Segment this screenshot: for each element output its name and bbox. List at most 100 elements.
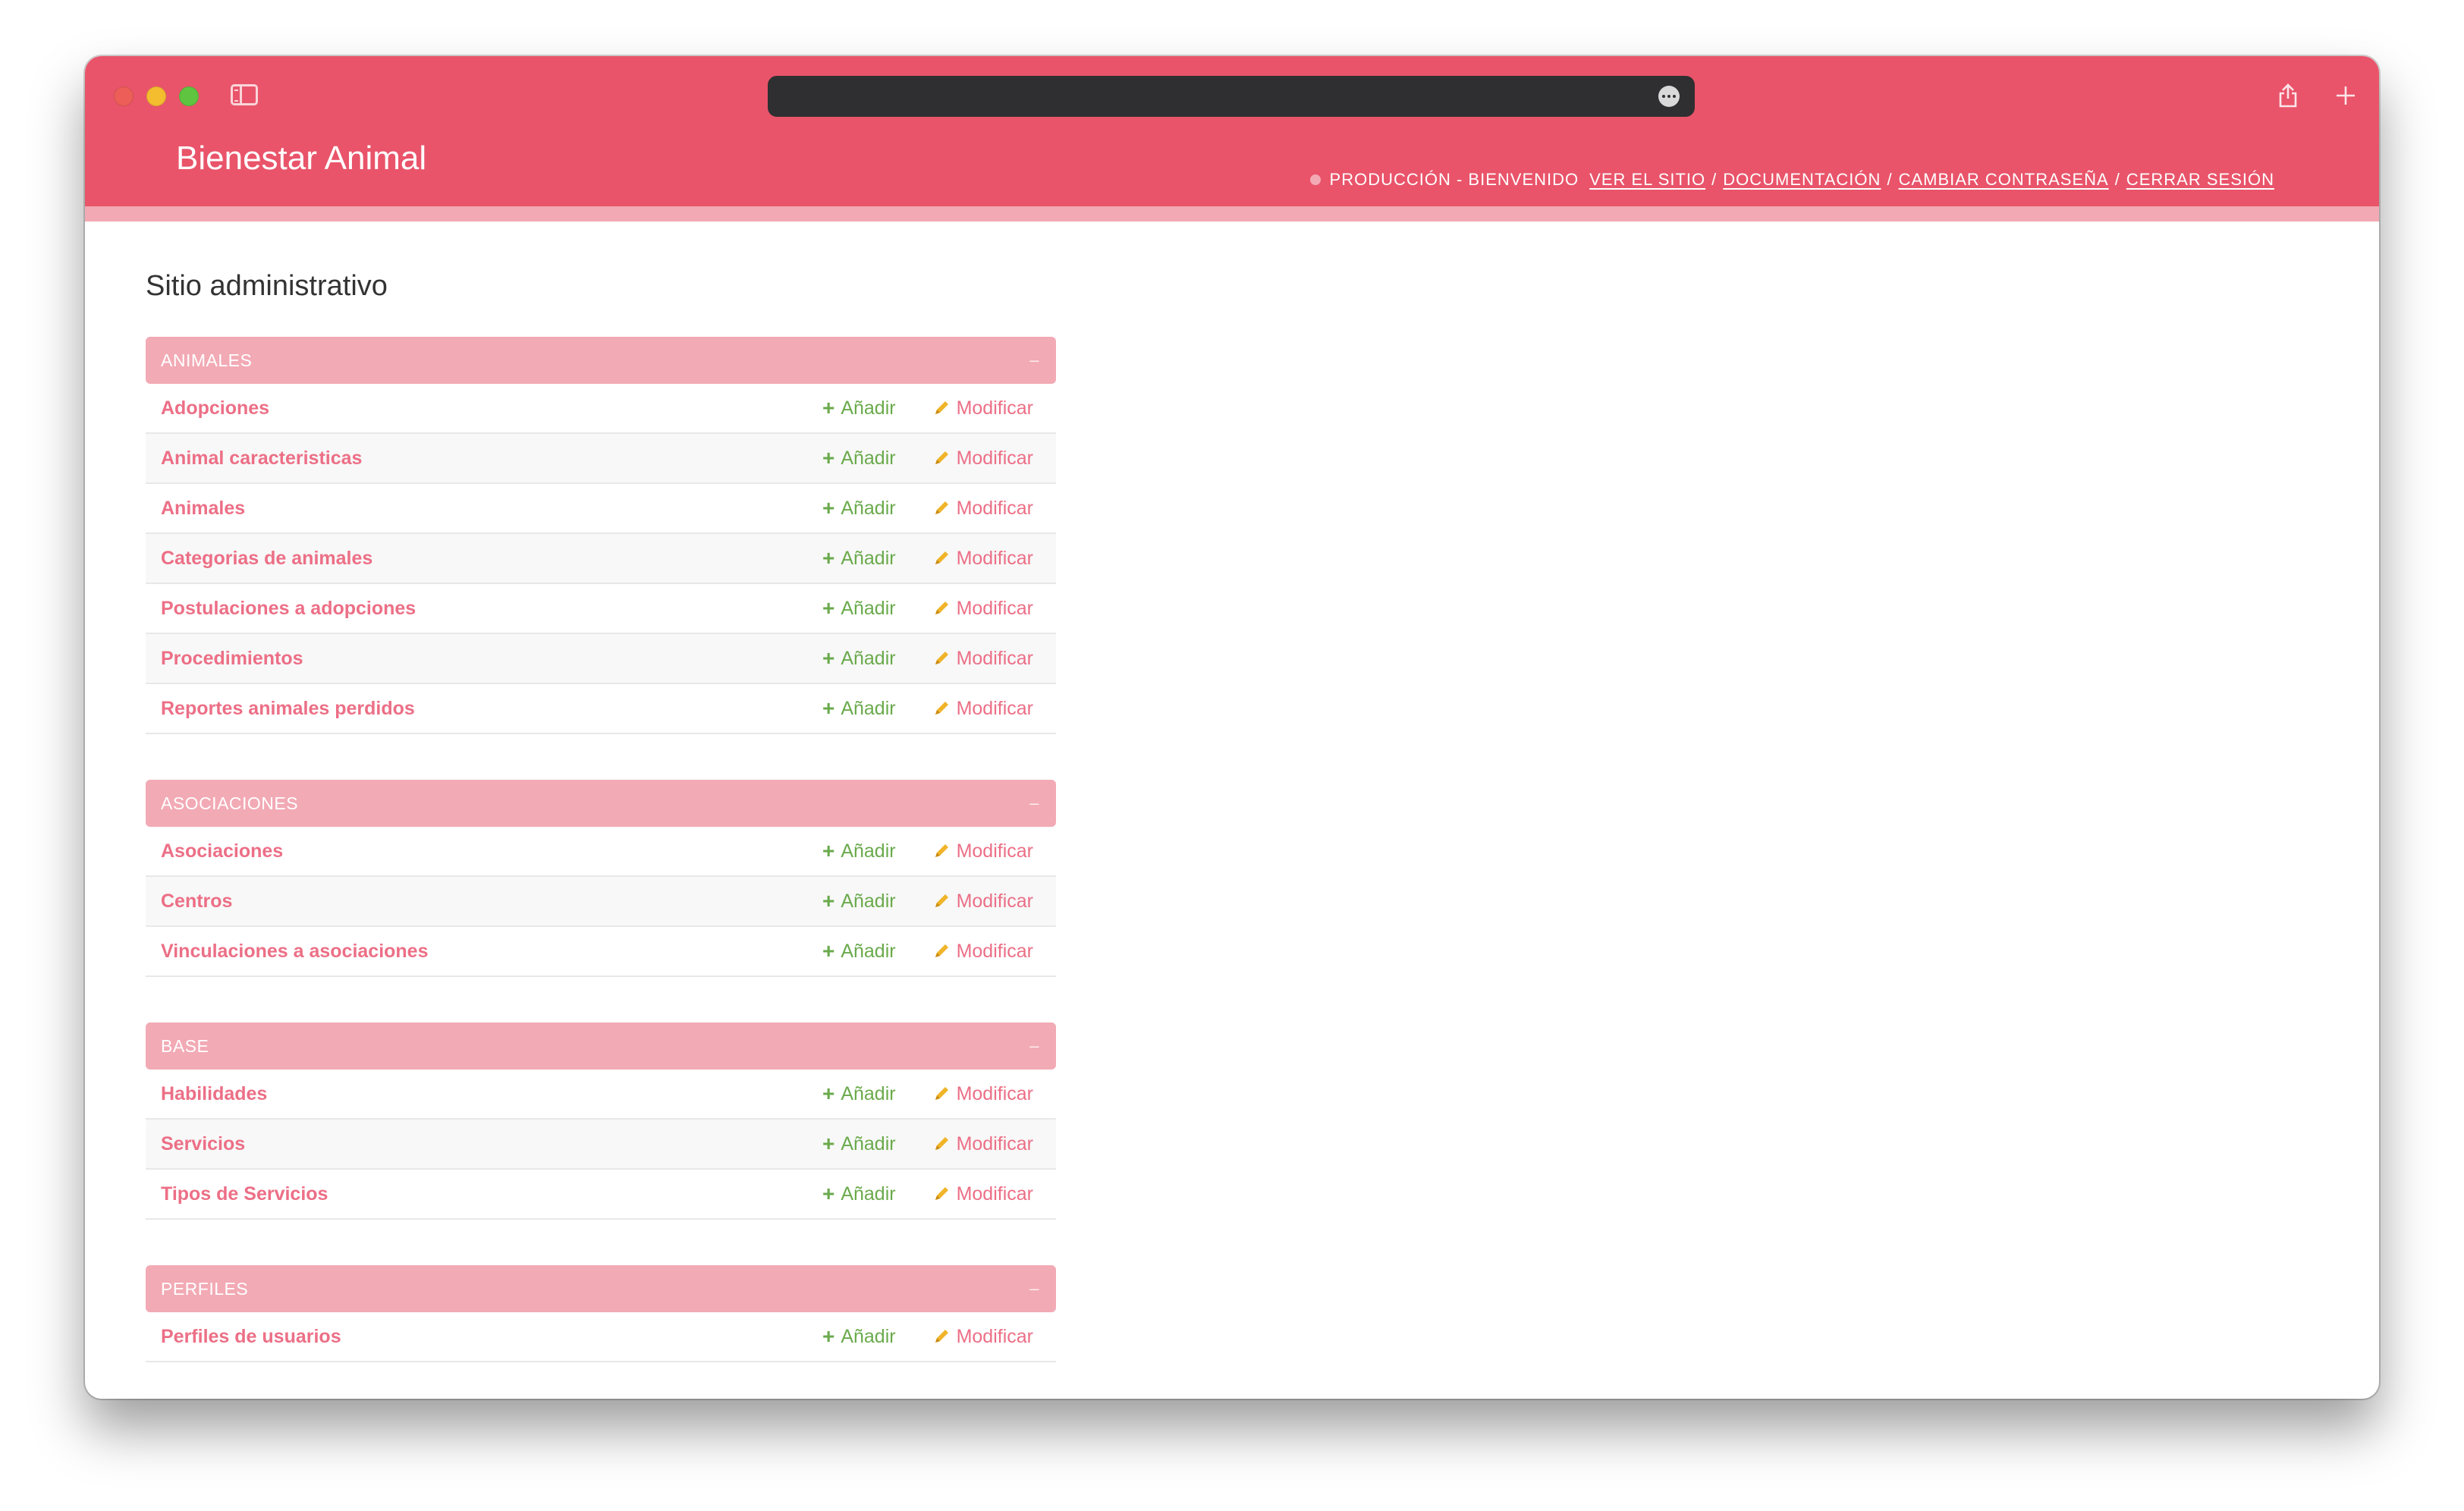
add-label: Añadir — [841, 940, 896, 962]
change-link[interactable]: Modificar — [932, 598, 1033, 620]
add-link[interactable]: + Añadir — [822, 698, 896, 720]
change-link[interactable]: Modificar — [932, 648, 1033, 670]
pencil-icon — [935, 652, 948, 664]
collapse-icon[interactable]: – — [1029, 793, 1039, 813]
module-caption-label[interactable]: ANIMALES — [161, 350, 252, 371]
model-link[interactable]: Postulaciones a adopciones — [161, 598, 822, 620]
add-link[interactable]: + Añadir — [822, 548, 896, 570]
model-link[interactable]: Servicios — [161, 1133, 822, 1155]
change-label: Modificar — [956, 547, 1033, 569]
add-link[interactable]: + Añadir — [822, 941, 896, 963]
more-icon[interactable] — [1658, 86, 1680, 107]
change-link[interactable]: Modificar — [932, 548, 1033, 570]
change-label: Modificar — [956, 1132, 1033, 1154]
share-icon[interactable] — [2274, 82, 2302, 109]
model-link[interactable]: Habilidades — [161, 1083, 822, 1105]
table-row: Reportes animales perdidos + Añadir Modific… — [146, 684, 1056, 734]
browser-window: Bienestar Animal PRODUCCIÓN - BIENVENIDO… — [85, 56, 2379, 1399]
add-link[interactable]: + Añadir — [822, 840, 896, 862]
new-tab-icon[interactable] — [2332, 82, 2359, 109]
table-row: Habilidades + Añadir Modificar — [146, 1070, 1056, 1120]
model-link[interactable]: Perfiles de usuarios — [161, 1326, 822, 1348]
add-label: Añadir — [841, 1183, 896, 1205]
maximize-window-button[interactable] — [179, 86, 199, 106]
model-link[interactable]: Tipos de Servicios — [161, 1183, 822, 1205]
model-link[interactable]: Categorias de animales — [161, 548, 822, 570]
change-link[interactable]: Modificar — [932, 498, 1033, 520]
pencil-icon — [935, 944, 948, 957]
add-link[interactable]: + Añadir — [822, 598, 896, 620]
add-link[interactable]: + Añadir — [822, 1183, 896, 1205]
collapse-icon[interactable]: – — [1029, 1279, 1039, 1299]
site-title[interactable]: Bienestar Animal — [176, 140, 426, 177]
model-list: Perfiles de usuarios + Añadir Modificar — [146, 1312, 1056, 1362]
add-label: Añadir — [841, 1132, 896, 1154]
change-link[interactable]: Modificar — [932, 448, 1033, 470]
address-bar[interactable] — [768, 76, 1695, 117]
add-link[interactable]: + Añadir — [822, 1133, 896, 1155]
model-list: Asociaciones + Añadir Modificar Centros + Añad… — [146, 827, 1056, 977]
close-window-button[interactable] — [114, 86, 134, 106]
module-caption-label[interactable]: ASOCIACIONES — [161, 793, 298, 814]
pencil-icon — [935, 1330, 948, 1343]
model-list: Adopciones + Añadir Modificar Animal caracte… — [146, 384, 1056, 734]
collapse-icon[interactable]: – — [1029, 350, 1039, 370]
module-caption[interactable]: ASOCIACIONES – — [146, 780, 1056, 827]
model-link[interactable]: Animales — [161, 498, 822, 520]
logout-link[interactable]: CERRAR SESIÓN — [2126, 170, 2274, 190]
model-link[interactable]: Vinculaciones a asociaciones — [161, 941, 822, 963]
pencil-icon — [935, 501, 948, 514]
module-caption[interactable]: ANIMALES – — [146, 337, 1056, 384]
change-link[interactable]: Modificar — [932, 840, 1033, 862]
change-label: Modificar — [956, 447, 1033, 469]
model-link[interactable]: Asociaciones — [161, 840, 822, 862]
add-label: Añadir — [841, 647, 896, 669]
model-link[interactable]: Animal caracteristicas — [161, 448, 822, 470]
app-list: ANIMALES – Adopciones + Añadir Modificar Anima… — [146, 337, 1056, 1399]
add-link[interactable]: + Añadir — [822, 1083, 896, 1105]
sidebar-toggle-icon[interactable] — [231, 84, 258, 105]
change-link[interactable]: Modificar — [932, 1083, 1033, 1105]
plus-icon: + — [822, 889, 835, 913]
pencil-icon — [935, 451, 948, 464]
change-link[interactable]: Modificar — [932, 941, 1033, 963]
module-caption[interactable]: BASE – — [146, 1023, 1056, 1070]
separator: / — [2114, 170, 2120, 189]
add-link[interactable]: + Añadir — [822, 397, 896, 419]
view-site-link[interactable]: VER EL SITIO — [1589, 170, 1705, 190]
change-link[interactable]: Modificar — [932, 698, 1033, 720]
change-password-link[interactable]: CAMBIAR CONTRASEÑA — [1899, 170, 2109, 190]
change-link[interactable]: Modificar — [932, 1133, 1033, 1155]
table-row: Adopciones + Añadir Modificar — [146, 384, 1056, 434]
add-link[interactable]: + Añadir — [822, 498, 896, 520]
change-label: Modificar — [956, 1183, 1033, 1205]
header-strip — [85, 206, 2379, 221]
module-caption-label[interactable]: PERFILES — [161, 1279, 248, 1299]
welcome-text: PRODUCCIÓN - BIENVENIDO — [1329, 170, 1579, 189]
model-link[interactable]: Reportes animales perdidos — [161, 698, 822, 720]
collapse-icon[interactable]: – — [1029, 1036, 1039, 1056]
add-link[interactable]: + Añadir — [822, 648, 896, 670]
add-link[interactable]: + Añadir — [822, 1326, 896, 1348]
module-caption[interactable]: PERFILES – — [146, 1265, 1056, 1312]
change-link[interactable]: Modificar — [932, 1326, 1033, 1348]
plus-icon: + — [822, 839, 835, 862]
change-label: Modificar — [956, 1082, 1033, 1104]
minimize-window-button[interactable] — [146, 86, 166, 106]
add-link[interactable]: + Añadir — [822, 891, 896, 913]
documentation-link[interactable]: DOCUMENTACIÓN — [1723, 170, 1881, 190]
model-link[interactable]: Adopciones — [161, 397, 822, 419]
add-label: Añadir — [841, 1325, 896, 1347]
change-link[interactable]: Modificar — [932, 397, 1033, 419]
change-link[interactable]: Modificar — [932, 891, 1033, 913]
status-dot-icon — [1309, 174, 1321, 185]
change-link[interactable]: Modificar — [932, 1183, 1033, 1205]
module-caption-label[interactable]: BASE — [161, 1036, 209, 1057]
change-label: Modificar — [956, 497, 1033, 519]
model-link[interactable]: Centros — [161, 891, 822, 913]
table-row: Animales + Añadir Modificar — [146, 484, 1056, 534]
add-link[interactable]: + Añadir — [822, 448, 896, 470]
pencil-icon — [935, 894, 948, 907]
model-link[interactable]: Procedimientos — [161, 648, 822, 670]
plus-icon: + — [822, 696, 835, 720]
